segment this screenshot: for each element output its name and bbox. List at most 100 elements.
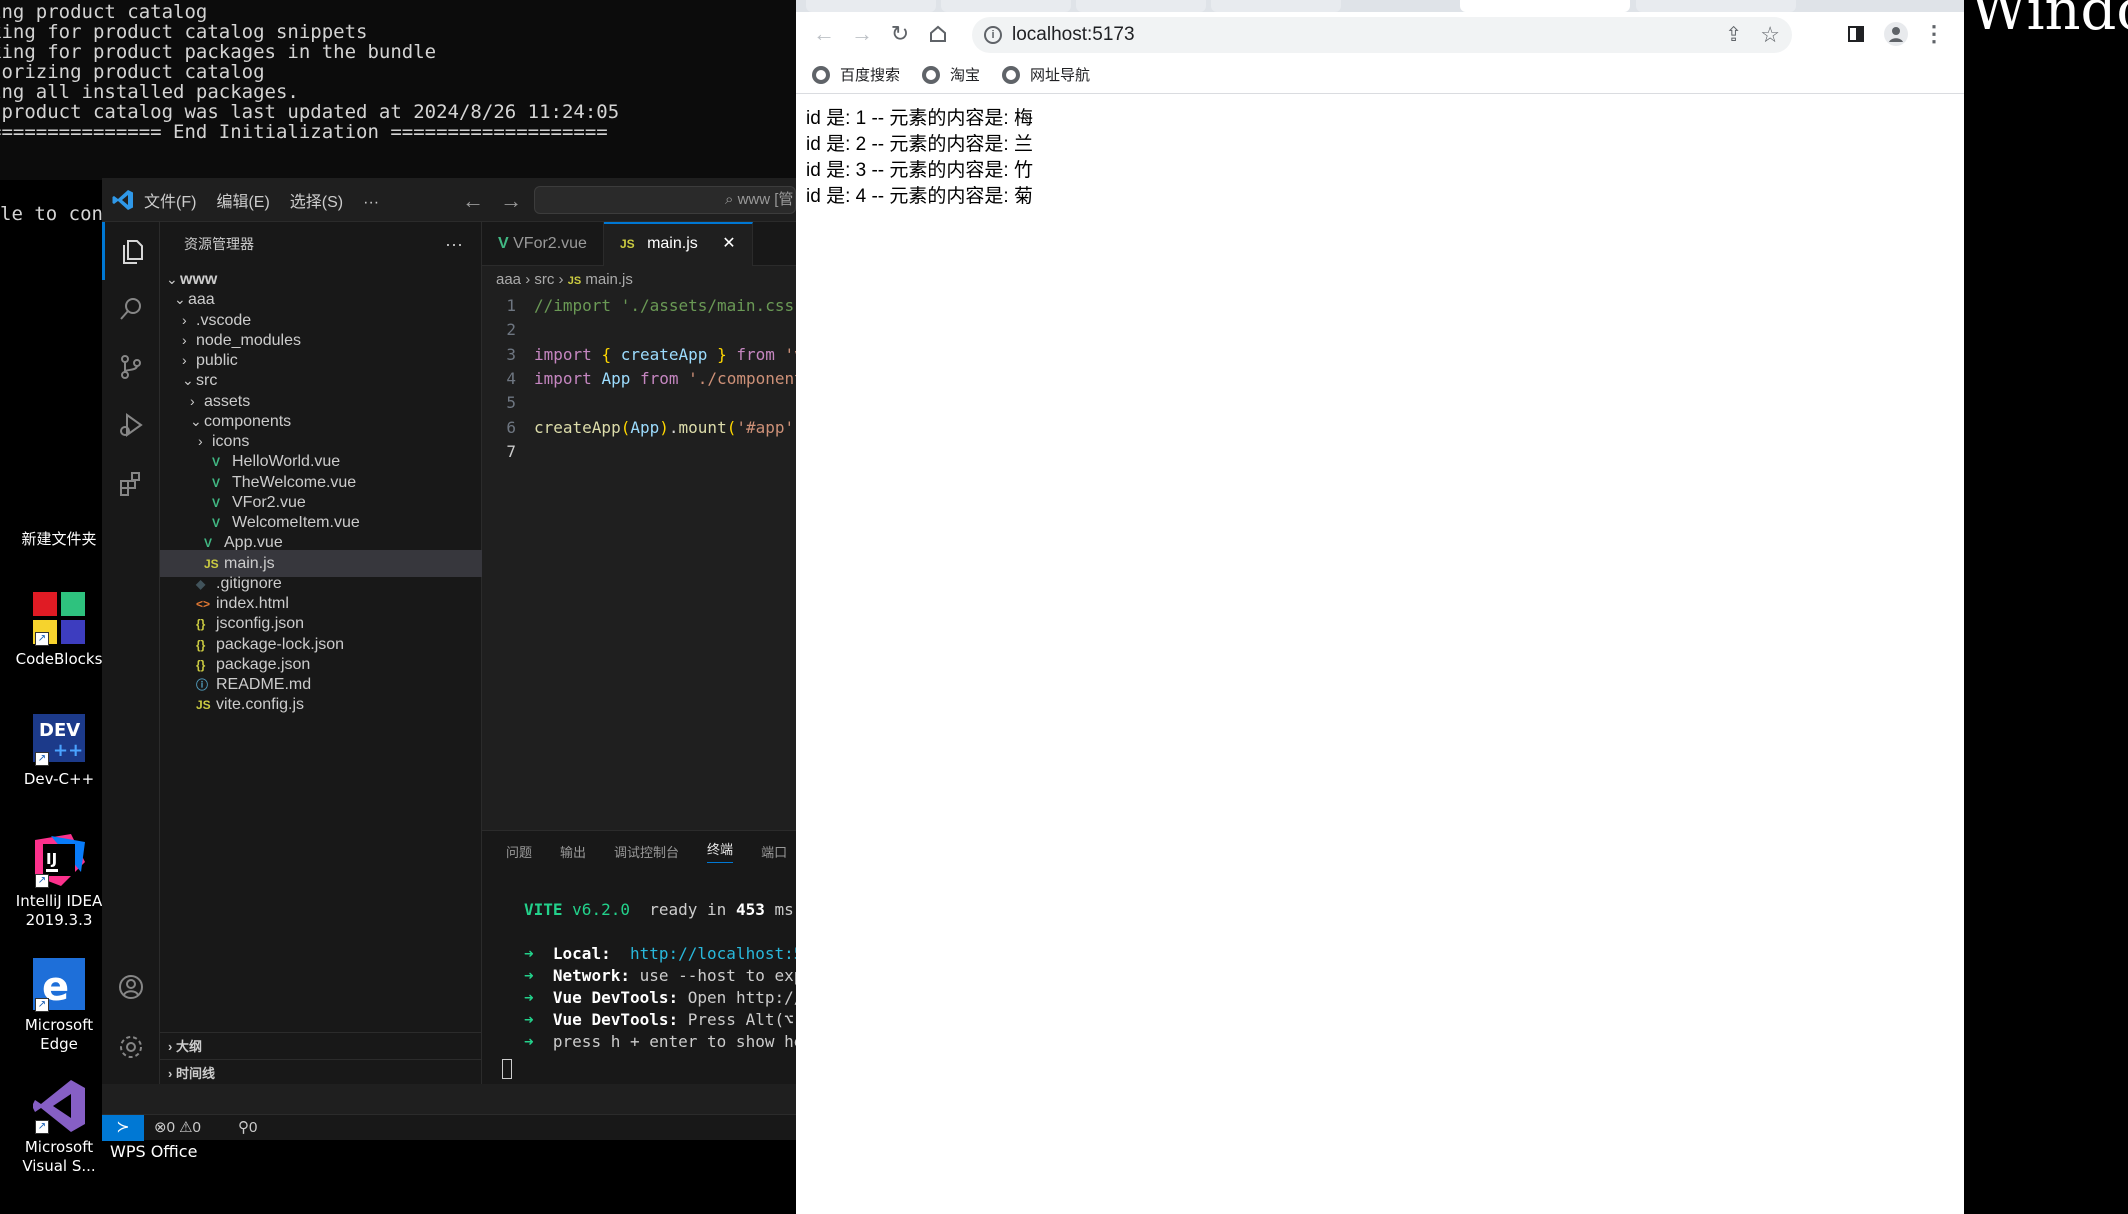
menu-item[interactable]: ···: [363, 194, 379, 211]
desktop: 新建文件夹 ↗ CodeBlocks DEV ++ ↗ Dev-C++ IJ ↗…: [0, 520, 102, 1214]
vite-info-line: ➜ Network: use --host to expose: [482, 965, 796, 987]
browser-tab[interactable]: [941, 0, 1071, 12]
browser-tab[interactable]: [1636, 0, 1796, 12]
browser-tab[interactable]: [1211, 0, 1341, 12]
tab-vfor2-vue[interactable]: V VFor2.vue: [482, 222, 604, 266]
desktop-icon-visual-studio[interactable]: ↗ Microsoft Visual S...: [0, 1078, 118, 1176]
tab-main-js[interactable]: JS main.js ✕: [603, 222, 753, 266]
extensions-icon[interactable]: [102, 454, 160, 512]
explorer-title: 资源管理器: [184, 236, 254, 252]
bookmark-item[interactable]: 淘宝: [922, 64, 980, 85]
ports-status[interactable]: ⚲0: [238, 1115, 257, 1141]
vite-info-line: ➜ press h + enter to show help: [482, 1031, 796, 1053]
desktop-icon-label: Edge: [40, 1035, 78, 1053]
panel-tab[interactable]: 调试控制台: [614, 842, 679, 861]
desktop-icon-label: Visual S...: [22, 1157, 96, 1175]
timeline-section[interactable]: › 时间线: [160, 1059, 482, 1086]
star-icon[interactable]: ☆: [1760, 17, 1780, 53]
code-text: import { createApp } from 'vue': [534, 344, 796, 364]
menu-item[interactable]: 选择(S): [290, 194, 343, 211]
bookmark-item[interactable]: 百度搜索: [812, 64, 900, 85]
menu-kebab-icon[interactable]: ⋮: [1920, 20, 1948, 48]
desktop-icon-label: IntelliJ IDEA: [15, 892, 103, 910]
back-arrow-icon[interactable]: ←: [462, 188, 484, 213]
code-editor[interactable]: 1 //import './assets/main.css' 2 3 import { …: [482, 294, 796, 594]
code-line: 3 import { createApp } from 'vue': [482, 343, 796, 367]
error-count: 0: [166, 1119, 175, 1136]
panel-tab[interactable]: 问题: [506, 842, 532, 861]
shortcut-arrow-icon: ↗: [35, 752, 49, 766]
panel-tab[interactable]: 输出: [560, 842, 586, 861]
breadcrumb-item[interactable]: src: [534, 271, 554, 288]
nav-arrows: ← →: [462, 188, 522, 214]
breadcrumb-item[interactable]: main.js: [585, 271, 633, 288]
globe-icon: [922, 65, 941, 84]
desktop-icon-codeblocks[interactable]: ↗ CodeBlocks: [0, 590, 118, 669]
remote-icon[interactable]: ≻: [102, 1115, 144, 1141]
forward-arrow-icon[interactable]: →: [848, 20, 876, 48]
vscode-window: 文件(F) 编辑(E) 选择(S) ··· ← → ⌕ www [管 资源管理器…: [102, 178, 796, 1141]
desktop-icon-intellij[interactable]: IJ ↗ IntelliJ IDEA 2019.3.3: [0, 832, 118, 930]
svg-text:++: ++: [53, 740, 83, 761]
code-line: 5: [482, 391, 796, 415]
browser-tab[interactable]: [806, 0, 936, 12]
menu-item[interactable]: 文件(F): [144, 194, 196, 211]
breadcrumb-item[interactable]: aaa: [496, 271, 521, 288]
ports-count: 0: [249, 1119, 258, 1136]
js-file-icon: JS: [196, 698, 211, 713]
settings-gear-icon[interactable]: [102, 1018, 160, 1076]
desktop-icon-devcpp[interactable]: DEV ++ ↗ Dev-C++: [0, 710, 118, 789]
shortcut-arrow-icon: ↗: [35, 632, 49, 646]
arrow-right-icon: ➜: [524, 1032, 534, 1051]
url-text: localhost:5173: [1012, 24, 1135, 45]
codeblocks-icon: ↗: [31, 590, 87, 646]
browser-tab-active[interactable]: [1460, 0, 1630, 12]
side-panel-icon[interactable]: [1842, 20, 1870, 48]
panel-tab[interactable]: 端口: [761, 842, 787, 861]
timeline-label: 时间线: [175, 1066, 215, 1081]
desktop-icon-wps[interactable]: WPS Office: [110, 1142, 197, 1161]
line-number: 2: [506, 320, 516, 340]
reload-icon[interactable]: ↻: [886, 20, 914, 48]
source-control-icon[interactable]: [102, 338, 160, 396]
explorer-icon[interactable]: [102, 222, 160, 280]
browser-tab[interactable]: [1076, 0, 1206, 12]
browser-window: ← → ↻ i localhost:5173 ⇪ ☆ ⋮ 百度搜索 淘宝 网址导航 …: [796, 0, 1964, 1214]
outline-section[interactable]: › 大纲: [160, 1032, 482, 1059]
bookmark-item[interactable]: 网址导航: [1002, 64, 1090, 85]
shortcut-arrow-icon: ↗: [35, 874, 49, 888]
search-icon[interactable]: [102, 280, 160, 338]
desktop-background-right: Windo: [1964, 0, 2128, 1214]
list-item: id 是: 3 -- 元素的内容是: 竹: [806, 160, 1033, 181]
desktop-new-folder[interactable]: 新建文件夹: [0, 530, 118, 549]
problems-status[interactable]: ⊗0 ⚠0: [154, 1115, 201, 1141]
close-icon[interactable]: ✕: [722, 235, 735, 252]
globe-icon: [1002, 65, 1021, 84]
more-actions-icon[interactable]: ···: [445, 234, 463, 255]
command-center-search[interactable]: ⌕ www [管: [534, 186, 796, 214]
tree-file[interactable]: JS vite.config.js: [160, 691, 482, 718]
share-icon[interactable]: ⇪: [1725, 17, 1742, 53]
forward-arrow-icon[interactable]: →: [500, 188, 522, 213]
profile-avatar-icon[interactable]: [1882, 20, 1910, 48]
back-arrow-icon[interactable]: ←: [810, 20, 838, 48]
site-info-icon[interactable]: i: [984, 26, 1002, 44]
menu-item[interactable]: 编辑(E): [216, 194, 269, 211]
globe-icon: [812, 65, 830, 84]
vite-ready-line: VITE v6.2.0 ready in 453 ms: [482, 899, 796, 921]
panel-tab[interactable]: 终端: [707, 839, 734, 863]
run-debug-icon[interactable]: [102, 396, 160, 454]
home-icon[interactable]: [924, 20, 952, 48]
vite-line-text: http://localhost:5173/: [629, 944, 796, 963]
vite-info-line: ➜ Vue DevTools: Open http://localhost:51…: [482, 987, 796, 1009]
desktop-icon-label: Microsoft: [24, 1138, 94, 1156]
breadcrumb: aaa › src › JS main.js: [482, 266, 796, 294]
account-icon[interactable]: [102, 958, 160, 1016]
terminal-line: king for product packages in the bundle: [0, 41, 437, 63]
svg-text:IJ: IJ: [46, 850, 57, 868]
desktop-icon-edge[interactable]: e ↗ Microsoft Edge: [0, 956, 118, 1054]
vscode-titlebar: 文件(F) 编辑(E) 选择(S) ··· ← → ⌕ www [管: [102, 178, 796, 222]
chevron-right-icon: ›: [525, 271, 535, 288]
address-bar[interactable]: i localhost:5173 ⇪ ☆: [972, 17, 1792, 53]
explorer-header: 资源管理器 ···: [160, 222, 481, 266]
